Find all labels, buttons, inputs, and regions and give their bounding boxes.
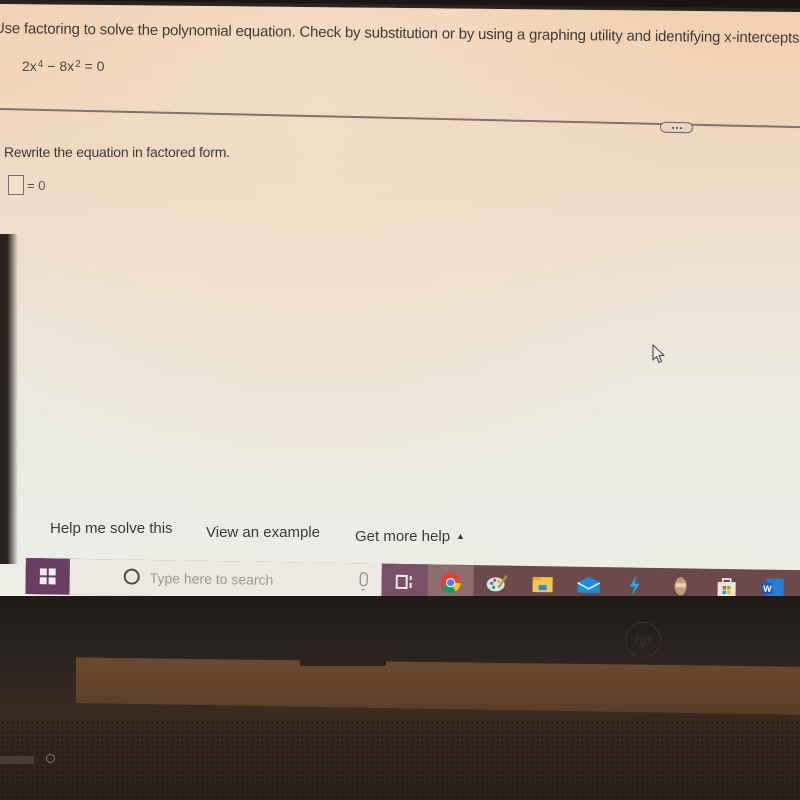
- hinge-notch: [300, 650, 386, 666]
- speaker-grille: [0, 720, 800, 800]
- factored-form-input[interactable]: [8, 175, 24, 195]
- view-an-example-link[interactable]: View an example: [206, 524, 320, 541]
- ellipsis-icon: [671, 126, 674, 129]
- cortana-icon: [123, 568, 140, 585]
- start-button[interactable]: [25, 558, 70, 595]
- question-instruction: Use factoring to solve the polynomial eq…: [0, 19, 800, 47]
- screen: Use factoring to solve the polynomial eq…: [0, 4, 800, 600]
- help-bar: Help me solve this View an example Get m…: [0, 516, 800, 556]
- word-icon: W: [761, 578, 784, 597]
- microsoft-store-icon: [717, 578, 736, 598]
- game-app-icon: [674, 577, 687, 596]
- power-slot: [0, 756, 34, 764]
- chrome-icon: [440, 572, 461, 593]
- polynomial-equation: 2x 4 − 8x 2 = 0: [22, 58, 105, 74]
- svg-text:W: W: [763, 584, 772, 594]
- windows-start-icon: [39, 568, 56, 585]
- expand-more-button[interactable]: [659, 121, 694, 134]
- mail-icon: [577, 576, 601, 594]
- mouse-cursor-icon: [652, 344, 665, 364]
- taskbar-search-input[interactable]: Type here to search: [69, 558, 382, 600]
- photo-edge-shadow: [0, 234, 18, 564]
- get-more-help-link[interactable]: Get more help ▲: [355, 528, 465, 545]
- caret-up-icon: ▲: [456, 531, 465, 541]
- answer-row: = 0: [8, 175, 45, 195]
- help-me-solve-this-link[interactable]: Help me solve this: [50, 520, 173, 537]
- task-view-icon: [395, 574, 412, 589]
- power-icon: [46, 754, 55, 763]
- task-view-button[interactable]: [381, 563, 428, 601]
- paint-icon: [486, 574, 508, 592]
- hp-logo: hp: [625, 622, 661, 658]
- answer-rhs: = 0: [27, 177, 46, 193]
- answer-prompt: Rewrite the equation in factored form.: [4, 144, 230, 160]
- lightning-app-icon: [629, 575, 640, 596]
- file-explorer-icon: [532, 576, 553, 593]
- microphone-icon[interactable]: [359, 572, 368, 587]
